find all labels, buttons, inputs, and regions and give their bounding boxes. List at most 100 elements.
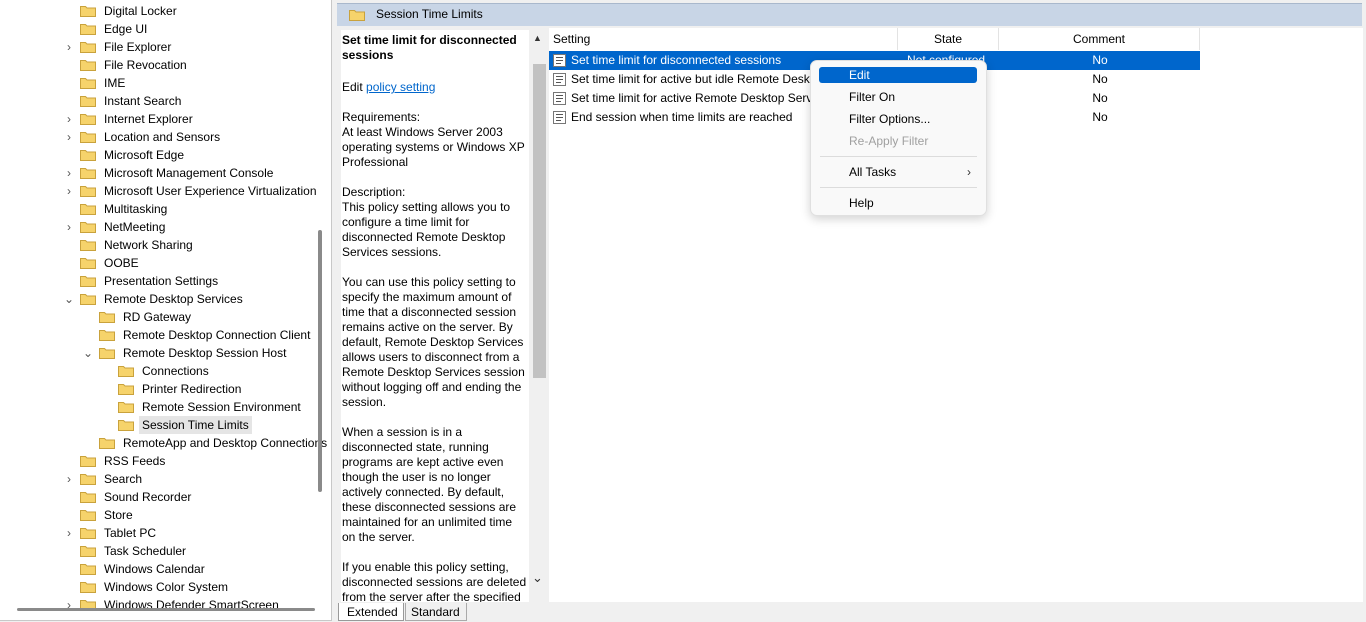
chevron-right-icon bbox=[101, 398, 113, 416]
chevron-right-icon[interactable]: › bbox=[63, 110, 75, 128]
folder-icon bbox=[80, 563, 96, 575]
tree-vertical-scrollbar[interactable] bbox=[318, 230, 322, 492]
column-label-state: State bbox=[933, 32, 963, 46]
context-menu: Edit Filter On Filter Options... Re-Appl… bbox=[810, 60, 987, 216]
column-header-state[interactable]: State bbox=[898, 28, 999, 50]
chevron-right-icon bbox=[63, 254, 75, 272]
folder-icon bbox=[80, 545, 96, 557]
folder-icon bbox=[99, 437, 115, 449]
chevron-right-icon[interactable]: › bbox=[63, 164, 75, 182]
menu-item-filter-on[interactable]: Filter On bbox=[819, 89, 977, 105]
tab-extended[interactable]: Extended bbox=[338, 603, 404, 621]
tree-item-label: Remote Desktop Connection Client bbox=[123, 328, 311, 342]
tree-horizontal-scrollbar[interactable] bbox=[17, 608, 315, 611]
setting-comment: No bbox=[1092, 110, 1108, 124]
folder-icon bbox=[80, 41, 96, 53]
folder-icon bbox=[80, 455, 96, 467]
folder-icon bbox=[80, 275, 96, 287]
pane-title: Session Time Limits bbox=[376, 7, 483, 21]
requirements-label: Requirements: bbox=[342, 110, 421, 124]
column-header-setting[interactable]: Setting bbox=[553, 28, 898, 50]
chevron-down-icon[interactable]: ⌄ bbox=[532, 570, 543, 586]
folder-icon bbox=[80, 185, 96, 197]
tree-item-label: Windows Color System bbox=[104, 580, 229, 594]
setting-comment: No bbox=[1092, 91, 1108, 105]
chevron-right-icon[interactable]: › bbox=[63, 524, 75, 542]
chevron-right-icon[interactable]: › bbox=[63, 128, 75, 146]
setting-comment: No bbox=[1092, 53, 1108, 67]
chevron-right-icon[interactable]: › bbox=[63, 38, 75, 56]
tree-item-label: Remote Session Environment bbox=[142, 400, 301, 414]
folder-icon bbox=[118, 383, 134, 395]
chevron-right-icon[interactable]: › bbox=[63, 596, 75, 614]
tree-item-label: Presentation Settings bbox=[104, 274, 219, 288]
tree-item-label: File Revocation bbox=[104, 58, 187, 72]
folder-icon bbox=[80, 239, 96, 251]
menu-item-reapply-filter: Re-Apply Filter bbox=[849, 134, 929, 148]
tree-item-label: Microsoft User Experience Virtualization bbox=[104, 184, 317, 198]
tree-item-label: Microsoft Management Console bbox=[104, 166, 274, 180]
tree-item-label: Edge UI bbox=[104, 22, 148, 36]
folder-icon bbox=[80, 77, 96, 89]
folder-icon bbox=[80, 167, 96, 179]
chevron-right-icon[interactable]: › bbox=[63, 182, 75, 200]
description-para-1: This policy setting allows you to config… bbox=[342, 200, 511, 259]
tree-item-label: Remote Desktop Session Host bbox=[123, 346, 287, 360]
tree-item-label: Network Sharing bbox=[104, 238, 193, 252]
tree-item-label: Search bbox=[104, 472, 143, 486]
chevron-right-icon bbox=[82, 326, 94, 344]
navigation-tree: Digital Locker Edge UI › File Explorer File … bbox=[0, 0, 332, 621]
tree-item-label: Instant Search bbox=[104, 94, 182, 108]
chevron-down-icon[interactable]: ⌄ bbox=[63, 290, 75, 308]
tab-standard[interactable]: Standard bbox=[405, 603, 467, 621]
tree-item-label: RD Gateway bbox=[123, 310, 192, 324]
menu-item-help[interactable]: Help bbox=[819, 195, 977, 211]
folder-icon bbox=[80, 257, 96, 269]
description-para-4: If you enable this policy setting, disco… bbox=[342, 560, 527, 602]
folder-icon bbox=[80, 491, 96, 503]
tree-item-label: OOBE bbox=[104, 256, 139, 270]
folder-icon bbox=[118, 401, 134, 413]
tree-item-label: RSS Feeds bbox=[104, 454, 166, 468]
folder-icon bbox=[99, 311, 115, 323]
tree-item-label: File Explorer bbox=[104, 40, 172, 54]
chevron-right-icon bbox=[63, 542, 75, 560]
menu-item-edit[interactable]: Edit bbox=[819, 67, 977, 83]
chevron-down-icon[interactable]: ⌄ bbox=[82, 344, 94, 362]
column-label-comment: Comment bbox=[1072, 32, 1125, 46]
folder-icon bbox=[118, 365, 134, 377]
setting-name: End session when time limits are reached bbox=[571, 110, 793, 124]
menu-item-filter-options[interactable]: Filter Options... bbox=[819, 111, 977, 127]
tree-item-label: Store bbox=[104, 508, 133, 522]
policy-setting-link[interactable]: policy setting bbox=[366, 80, 435, 94]
chevron-right-icon bbox=[82, 434, 94, 452]
chevron-right-icon[interactable]: › bbox=[63, 218, 75, 236]
tree-item-label: Printer Redirection bbox=[142, 382, 242, 396]
tree-item-label: Windows Defender SmartScreen bbox=[104, 598, 279, 612]
chevron-right-icon bbox=[63, 200, 75, 218]
tree-item-label: IME bbox=[104, 76, 126, 90]
tree-item-label: NetMeeting bbox=[104, 220, 166, 234]
setting-name: Set time limit for disconnected sessions bbox=[571, 53, 782, 67]
folder-icon bbox=[99, 347, 115, 359]
column-header-comment[interactable]: Comment bbox=[999, 28, 1200, 50]
chevron-right-icon bbox=[63, 560, 75, 578]
chevron-right-icon bbox=[82, 308, 94, 326]
folder-icon bbox=[99, 329, 115, 341]
tree-item-label: Internet Explorer bbox=[104, 112, 193, 126]
tree-item-label: RemoteApp and Desktop Connections bbox=[123, 436, 328, 450]
chevron-right-icon[interactable]: › bbox=[63, 470, 75, 488]
chevron-right-icon bbox=[63, 92, 75, 110]
chevron-right-icon bbox=[63, 20, 75, 38]
folder-icon bbox=[80, 293, 96, 305]
tree-item-label: Connections bbox=[142, 364, 209, 378]
tree-item-label: Digital Locker bbox=[104, 4, 177, 18]
folder-icon bbox=[80, 149, 96, 161]
menu-item-all-tasks[interactable]: All Tasks › bbox=[819, 164, 977, 180]
chevron-right-icon bbox=[63, 146, 75, 164]
description-pane: Set time limit for disconnected sessions… bbox=[341, 30, 529, 602]
description-para-3: When a session is in a disconnected stat… bbox=[342, 425, 517, 544]
folder-icon bbox=[80, 59, 96, 71]
scroll-up-icon[interactable]: ▲ bbox=[533, 33, 542, 43]
description-scroll-thumb[interactable] bbox=[533, 64, 546, 378]
